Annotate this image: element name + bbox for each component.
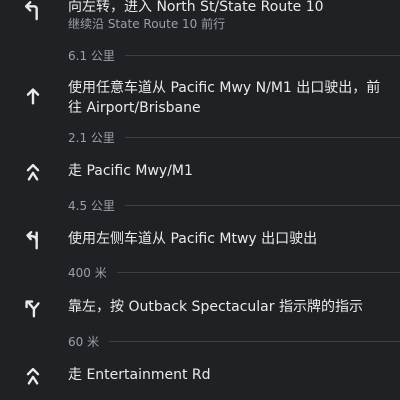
- distance-divider: 60 米: [68, 333, 400, 349]
- fork-left-icon: [22, 297, 44, 319]
- divider-line: [109, 340, 400, 342]
- direction-step[interactable]: 走 Entertainment Rd: [0, 364, 400, 388]
- merge-icon: [22, 365, 44, 387]
- distance-label: 400 米: [68, 265, 107, 280]
- distance-divider: 6.1 公里: [68, 47, 400, 63]
- step-instruction: 使用任意车道从 Pacific Mwy N/M1 出口驶出，前往 Airport…: [68, 80, 381, 116]
- turn-left-icon: [22, 0, 44, 21]
- straight-arrow-icon: [22, 85, 44, 107]
- distance-label: 4.5 公里: [68, 198, 115, 213]
- divider-line: [116, 271, 400, 273]
- step-instruction: 走 Pacific Mwy/M1: [68, 163, 193, 179]
- direction-step[interactable]: 使用左侧车道从 Pacific Mtwy 出口驶出: [0, 228, 400, 252]
- distance-label: 2.1 公里: [68, 130, 115, 145]
- direction-step[interactable]: 向左转，进入 North St/State Route 10 继续沿 State…: [0, 0, 400, 32]
- directions-list: 向左转，进入 North St/State Route 10 继续沿 State…: [0, 0, 400, 400]
- distance-divider: 4.5 公里: [68, 197, 400, 213]
- distance-label: 6.1 公里: [68, 48, 115, 63]
- divider-line: [124, 54, 400, 56]
- merge-icon: [22, 161, 44, 183]
- direction-step[interactable]: 走 Pacific Mwy/M1: [0, 160, 400, 184]
- direction-step[interactable]: 使用任意车道从 Pacific Mwy N/M1 出口驶出，前往 Airport…: [0, 76, 400, 116]
- divider-line: [124, 136, 400, 138]
- step-instruction: 走 Entertainment Rd: [68, 367, 211, 383]
- step-instruction: 使用左侧车道从 Pacific Mtwy 出口驶出: [68, 231, 318, 247]
- distance-divider: 400 米: [68, 264, 400, 280]
- step-instruction: 靠左，按 Outback Spectacular 指示牌的指示: [68, 299, 363, 315]
- exit-left-icon: [22, 229, 44, 251]
- direction-step[interactable]: 靠左，按 Outback Spectacular 指示牌的指示: [0, 296, 400, 320]
- distance-divider: 2.1 公里: [68, 129, 400, 145]
- step-subtext: 继续沿 State Route 10 前行: [68, 17, 226, 31]
- divider-line: [124, 204, 400, 206]
- step-instruction: 向左转，进入 North St/State Route 10: [68, 0, 324, 15]
- distance-label: 60 米: [68, 334, 100, 349]
